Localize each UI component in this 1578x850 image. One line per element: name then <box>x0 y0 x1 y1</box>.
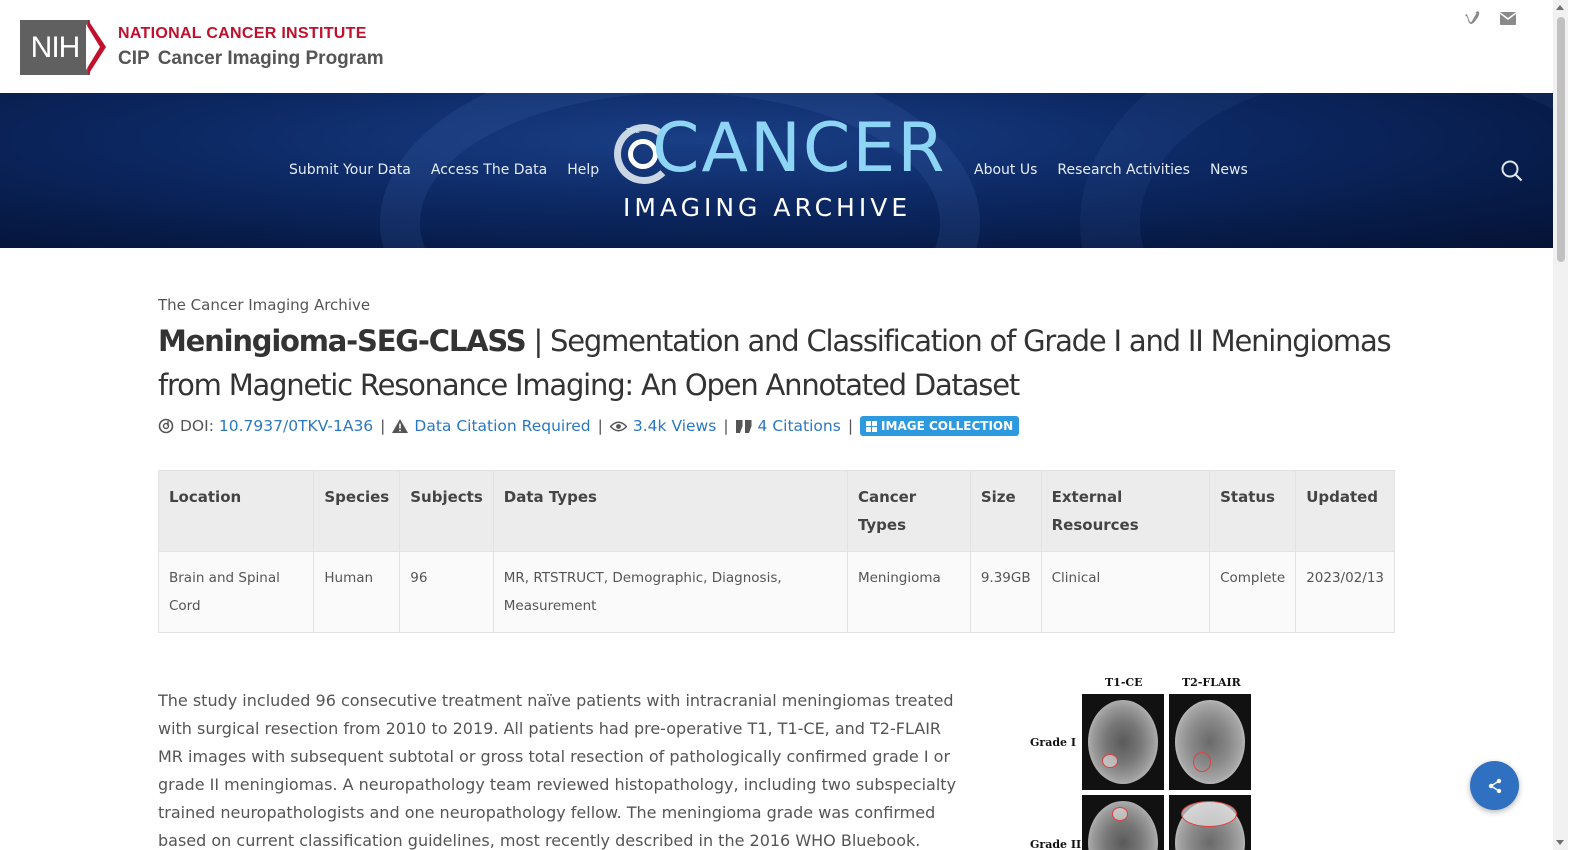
nav-research-activities[interactable]: Research Activities <box>1057 162 1190 178</box>
table-cell: Human <box>313 551 401 633</box>
figure-col-t1ce: T1-CE <box>1105 676 1143 689</box>
meta-divider: | <box>723 417 729 435</box>
table-header: Status <box>1209 470 1297 552</box>
doi-icon <box>158 418 174 434</box>
org-program: Cancer Imaging Program <box>157 48 384 69</box>
nih-mark: NIH <box>20 20 90 75</box>
table-row: Brain and Spinal Cord Human 96 MR, RTSTR… <box>157 551 1395 633</box>
figure-row-grade1: Grade I <box>1030 736 1076 749</box>
org-name: NATIONAL CANCER INSTITUTE CIP Cancer Imag… <box>118 25 384 70</box>
table-cell: 9.39GB <box>969 551 1042 633</box>
meta-divider: | <box>597 417 603 435</box>
warning-icon <box>392 419 409 433</box>
collection-short-name: Meningioma-SEG-CLASS <box>158 324 527 358</box>
nav-submit-data[interactable]: Submit Your Data <box>289 162 411 178</box>
nav-access-data[interactable]: Access The Data <box>431 162 547 178</box>
nav-right: About Us Research Activities News <box>974 162 1248 178</box>
collection-summary-table: Location Species Subjects Data Types Can… <box>157 470 1395 633</box>
nav-left: Submit Your Data Access The Data Help <box>289 162 599 178</box>
table-header: Data Types <box>492 470 848 552</box>
table-header-row: Location Species Subjects Data Types Can… <box>157 470 1395 552</box>
figure-col-t2flair: T2-FLAIR <box>1182 676 1241 689</box>
logo-the: THE <box>626 127 640 135</box>
doi-label: DOI: <box>180 417 214 435</box>
nav-about-us[interactable]: About Us <box>974 162 1037 178</box>
mri-scan-image <box>1169 694 1251 790</box>
page-scrollbar[interactable] <box>1553 0 1568 850</box>
table-header: External Resources <box>1040 470 1211 552</box>
eye-icon <box>609 421 627 432</box>
figure-row-grade2: Grade II <box>1030 838 1082 850</box>
nih-logo[interactable]: NIH NATIONAL CANCER INSTITUTE CIP Cancer … <box>20 20 384 75</box>
table-header: Subjects <box>399 470 494 552</box>
views-link[interactable]: 3.4k Views <box>633 417 716 435</box>
org-abbr: CIP <box>118 48 150 69</box>
mri-figure: T1-CE T2-FLAIR Grade I Grade II <box>1025 676 1265 850</box>
share-icon <box>1488 778 1501 793</box>
scroll-thumb[interactable] <box>1557 17 1565 262</box>
hero-navigation: Submit Your Data Access The Data Help TH… <box>0 93 1553 248</box>
main-content: The Cancer Imaging Archive Meningioma-SE… <box>157 296 1398 850</box>
org-line1: NATIONAL CANCER INSTITUTE <box>118 25 367 42</box>
table-cell: Complete <box>1209 551 1297 633</box>
quote-icon <box>735 419 752 433</box>
collection-meta: DOI: 10.7937/0TKV-1A36 | Data Citation R… <box>158 416 1398 436</box>
vimeo-icon[interactable] <box>1464 10 1480 29</box>
grid-icon <box>866 420 878 432</box>
table-cell: Meningioma <box>846 551 971 633</box>
search-icon[interactable] <box>1501 160 1523 182</box>
scroll-up-arrow-icon[interactable] <box>1556 5 1564 10</box>
breadcrumb[interactable]: The Cancer Imaging Archive <box>158 296 1398 314</box>
logo-imaging-archive: IMAGING ARCHIVE <box>623 193 912 222</box>
nav-news[interactable]: News <box>1210 162 1248 178</box>
collection-description: The study included 96 consecutive treatm… <box>158 691 957 850</box>
nih-label: NIH <box>30 30 81 64</box>
scroll-down-arrow-icon[interactable] <box>1556 840 1564 845</box>
logo-cancer: CANCER <box>652 109 947 188</box>
mri-scan-image <box>1082 694 1164 790</box>
meta-divider: | <box>847 417 854 435</box>
table-cell: MR, RTSTRUCT, Demographic, Diagnosis, Me… <box>492 551 848 633</box>
table-cell: Clinical <box>1040 551 1211 633</box>
mri-scan-image <box>1169 795 1251 850</box>
nav-help[interactable]: Help <box>567 162 599 178</box>
top-bar: NIH NATIONAL CANCER INSTITUTE CIP Cancer … <box>0 0 1553 93</box>
citation-required-link[interactable]: Data Citation Required <box>414 417 590 435</box>
table-header: Cancer Types <box>846 470 971 552</box>
org-line2: CIP Cancer Imaging Program <box>118 48 384 70</box>
table-cell: Brain and Spinal Cord <box>157 551 315 633</box>
email-icon[interactable] <box>1499 10 1517 29</box>
tcia-logo[interactable]: THE CANCER IMAGING ARCHIVE <box>614 115 945 227</box>
table-header: Location <box>157 470 315 552</box>
nih-chevron-icon <box>86 20 106 75</box>
citations-link[interactable]: 4 Citations <box>758 417 841 435</box>
table-cell: 96 <box>399 551 494 633</box>
image-collection-badge[interactable]: IMAGE COLLECTION <box>860 416 1020 436</box>
badge-label: IMAGE COLLECTION <box>881 419 1014 433</box>
share-button[interactable] <box>1470 761 1519 810</box>
table-header: Species <box>313 470 401 552</box>
social-links <box>1464 10 1517 29</box>
table-header: Updated <box>1295 470 1395 552</box>
table-header: Size <box>969 470 1042 552</box>
mri-scan-image <box>1082 795 1164 850</box>
page-title: Meningioma-SEG-CLASS | Segmentation and … <box>158 319 1398 407</box>
doi-link[interactable]: 10.7937/0TKV-1A36 <box>219 417 373 435</box>
meta-divider: | <box>380 417 386 435</box>
table-cell: 2023/02/13 <box>1295 551 1395 633</box>
title-separator: | <box>525 324 551 358</box>
